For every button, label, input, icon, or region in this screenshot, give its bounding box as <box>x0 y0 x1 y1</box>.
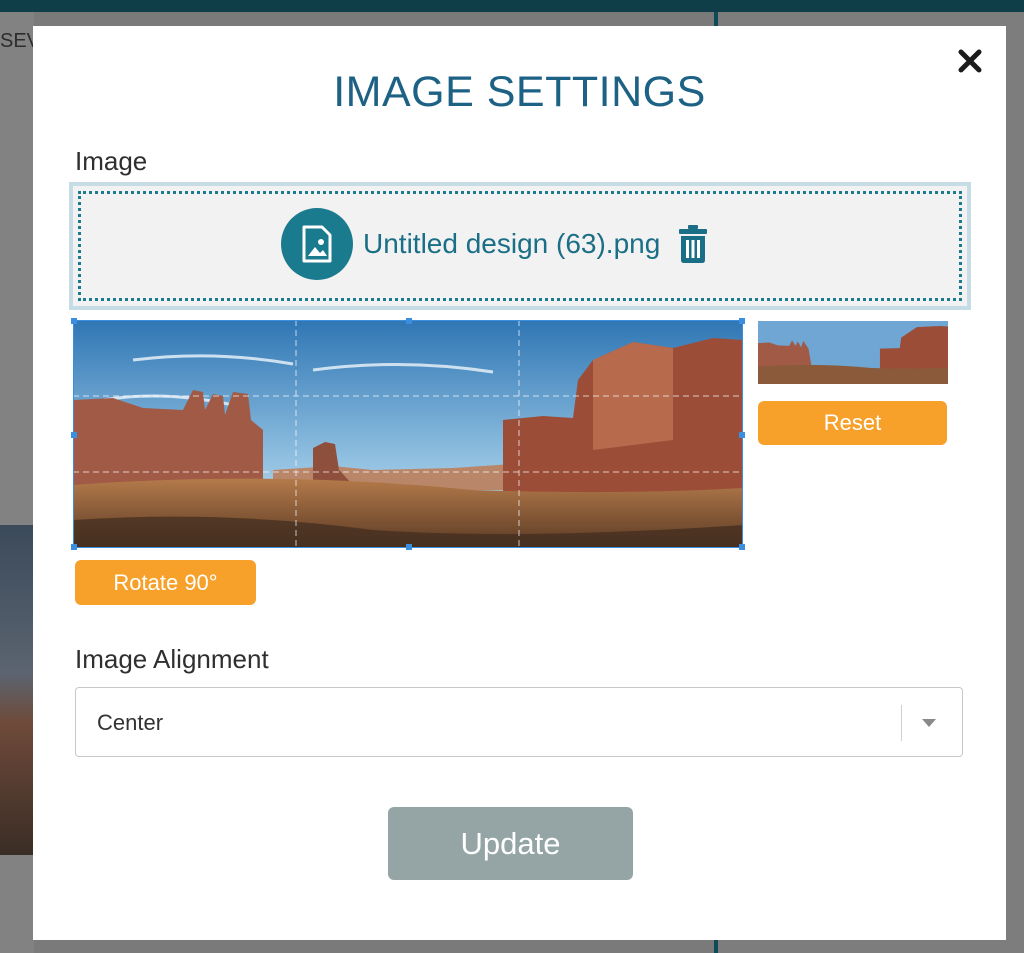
rotate-button[interactable]: Rotate 90° <box>75 560 256 605</box>
background-topbar <box>0 0 1024 12</box>
crop-frame[interactable] <box>71 318 745 550</box>
delete-file-button[interactable] <box>678 224 708 264</box>
reset-button[interactable]: Reset <box>758 401 947 445</box>
alignment-select[interactable]: Center <box>75 687 963 757</box>
modal-title: IMAGE SETTINGS <box>333 68 706 116</box>
image-file-icon <box>281 208 353 280</box>
crop-handle-bottom-left[interactable] <box>71 544 77 550</box>
crop-handle-bottom[interactable] <box>406 544 412 550</box>
select-separator <box>901 705 902 741</box>
alignment-select-value: Center <box>97 710 164 735</box>
crop-preview <box>758 321 948 384</box>
file-row: Untitled design (63).png <box>281 207 708 281</box>
trash-icon <box>679 225 708 263</box>
alignment-label: Image Alignment <box>75 644 269 674</box>
image-dropzone[interactable]: Untitled design (63).png <box>69 182 971 310</box>
file-name: Untitled design (63).png <box>363 228 661 259</box>
update-button[interactable]: Update <box>388 807 633 880</box>
crop-handle-left[interactable] <box>71 432 77 438</box>
caret-down-icon <box>922 719 936 727</box>
crop-handle-right[interactable] <box>739 432 745 438</box>
crop-handle-top[interactable] <box>406 318 412 324</box>
image-label: Image <box>75 146 148 176</box>
crop-handle-bottom-right[interactable] <box>739 544 745 550</box>
crop-handle-top-left[interactable] <box>71 318 77 324</box>
crop-handle-top-right[interactable] <box>739 318 745 324</box>
image-settings-modal: IMAGE SETTINGS Image Untitled design (63… <box>33 26 1006 940</box>
background-photo <box>0 525 34 855</box>
